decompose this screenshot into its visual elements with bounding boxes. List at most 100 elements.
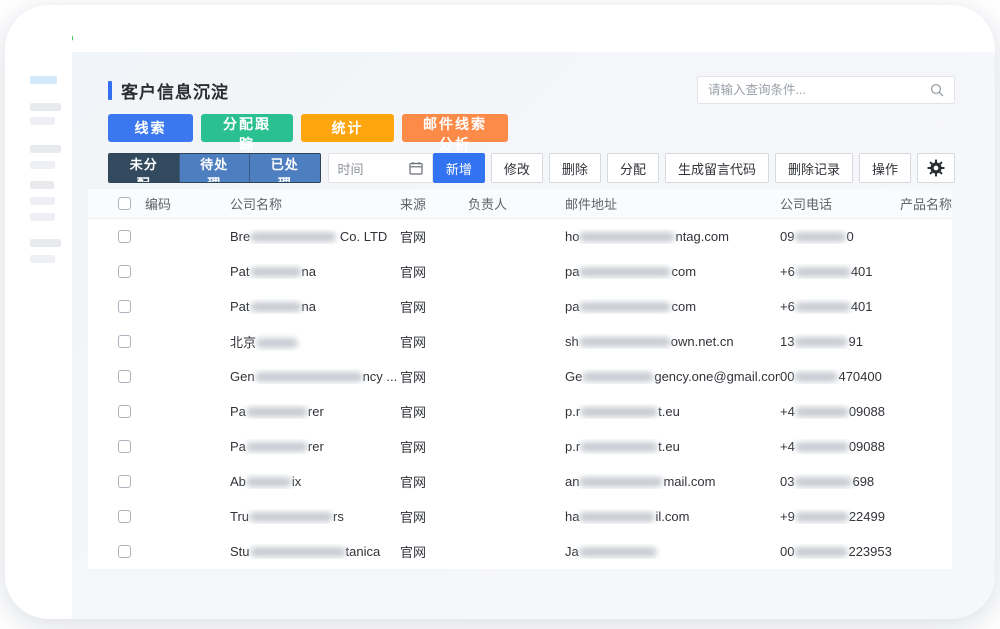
clues-nav-button[interactable]: 线索 xyxy=(108,114,193,142)
settings-button[interactable] xyxy=(917,153,955,183)
sidebar-item[interactable] xyxy=(30,103,61,111)
cell-source: 官网 xyxy=(400,297,468,316)
redacted-text xyxy=(246,407,308,417)
cell-source: 官网 xyxy=(400,437,468,456)
sidebar-item-active[interactable] xyxy=(30,76,57,84)
cell-source: 官网 xyxy=(400,227,468,246)
table-row[interactable]: 北京官网shown.net.cn1391 xyxy=(88,324,952,359)
search-icon[interactable] xyxy=(930,83,944,97)
redacted-text xyxy=(250,547,346,557)
row-checkbox[interactable] xyxy=(118,440,131,453)
search-box xyxy=(697,76,955,104)
cell-source: 官网 xyxy=(400,332,468,351)
redacted-text xyxy=(246,442,308,452)
redacted-text xyxy=(795,512,849,522)
email-clue-analysis-nav-button[interactable]: 邮件线索分析 xyxy=(402,114,508,142)
date-filter[interactable]: 时间 xyxy=(328,153,433,183)
row-checkbox[interactable] xyxy=(118,405,131,418)
cell-phone: 00470400 xyxy=(780,369,900,384)
cell-source: 官网 xyxy=(400,472,468,491)
sidebar-item[interactable] xyxy=(30,161,55,169)
cell-phone: 1391 xyxy=(780,334,900,349)
cell-phone: +6401 xyxy=(780,264,900,279)
row-checkbox[interactable] xyxy=(118,545,131,558)
cell-email: Ja xyxy=(565,544,780,559)
redacted-text xyxy=(795,407,849,417)
sidebar xyxy=(5,5,72,619)
assign-tracking-nav-button[interactable]: 分配跟踪 xyxy=(201,114,293,142)
redacted-text xyxy=(579,232,675,242)
column-header: 产品名称 xyxy=(900,194,952,213)
table-row[interactable]: Parer官网p.rt.eu+409088 xyxy=(88,394,952,429)
redacted-text xyxy=(794,477,852,487)
redacted-text xyxy=(579,337,671,347)
calendar-icon xyxy=(409,161,423,175)
cell-phone: +409088 xyxy=(780,439,900,454)
date-filter-label: 时间 xyxy=(338,159,364,178)
cell-company: Abix xyxy=(230,474,400,489)
edit-button[interactable]: 修改 xyxy=(491,153,543,183)
cell-company: Bre Co. LTD xyxy=(230,229,400,244)
table-row[interactable]: Patna官网 pacom+6401 xyxy=(88,254,952,289)
cell-phone: +6401 xyxy=(780,299,900,314)
redacted-text xyxy=(579,267,671,277)
sidebar-item[interactable] xyxy=(30,181,54,189)
redacted-text xyxy=(249,512,333,522)
status-tab-processed[interactable]: 已处理 xyxy=(249,154,320,182)
title-accent-bar xyxy=(108,81,112,100)
sidebar-item[interactable] xyxy=(30,117,55,125)
status-tab-unassigned[interactable]: 未分配 xyxy=(109,154,179,182)
row-checkbox[interactable] xyxy=(118,300,131,313)
cell-company: Genncy ... xyxy=(230,369,400,384)
table-row[interactable]: Parer官网p.rt.eu+409088 xyxy=(88,429,952,464)
sidebar-item[interactable] xyxy=(30,255,55,263)
cell-company: Patna xyxy=(230,264,400,279)
redacted-text xyxy=(250,302,302,312)
column-header: 公司名称 xyxy=(230,194,400,213)
row-checkbox[interactable] xyxy=(118,335,131,348)
delete-records-button[interactable]: 删除记录 xyxy=(775,153,853,183)
row-checkbox[interactable] xyxy=(118,370,131,383)
cell-phone: +922499 xyxy=(780,509,900,524)
cell-source: 官网 xyxy=(400,262,468,281)
sidebar-item[interactable] xyxy=(30,213,55,221)
row-checkbox[interactable] xyxy=(118,230,131,243)
redacted-text xyxy=(255,372,363,382)
cell-email: pacom xyxy=(565,264,780,279)
select-all-checkbox[interactable] xyxy=(118,197,131,210)
redacted-text xyxy=(582,372,654,382)
table-row[interactable]: Stutanica官网Ja00223953 xyxy=(88,534,952,569)
generate-message-code-button[interactable]: 生成留言代码 xyxy=(665,153,769,183)
redacted-text xyxy=(579,302,671,312)
table-row[interactable]: Trurs官网hail.com+922499 xyxy=(88,499,952,534)
statistics-nav-button[interactable]: 统计 xyxy=(301,114,394,142)
redacted-text xyxy=(579,477,663,487)
sidebar-item[interactable] xyxy=(30,239,61,247)
row-checkbox[interactable] xyxy=(118,475,131,488)
cell-email: shown.net.cn xyxy=(565,334,780,349)
table-row[interactable]: Genncy ...官网Gegency.one@gmail.com0047040… xyxy=(88,359,952,394)
redacted-text xyxy=(794,337,848,347)
add-button[interactable]: 新增 xyxy=(433,153,485,183)
cell-source: 官网 xyxy=(400,542,468,561)
table-row[interactable]: Abix官网anmail.com03698 xyxy=(88,464,952,499)
column-header: 来源 xyxy=(400,194,468,213)
operate-button[interactable]: 操作 xyxy=(859,153,911,183)
assign-button[interactable]: 分配 xyxy=(607,153,659,183)
sidebar-item[interactable] xyxy=(30,145,61,153)
gear-icon xyxy=(927,159,945,177)
delete-button[interactable]: 删除 xyxy=(549,153,601,183)
table-row[interactable]: Bre Co. LTD官网hontag.com090 xyxy=(88,219,952,254)
cell-company: Parer xyxy=(230,404,400,419)
sidebar-item[interactable] xyxy=(30,197,55,205)
table-body: Bre Co. LTD官网hontag.com090Patna官网pacom+6… xyxy=(88,219,952,569)
row-checkbox[interactable] xyxy=(118,265,131,278)
leads-table: 编码公司名称来源负责人邮件地址公司电话产品名称 Bre Co. LTD官网hon… xyxy=(88,189,952,569)
table-row[interactable]: Patna官网pacom+6401 xyxy=(88,289,952,324)
search-input[interactable] xyxy=(708,83,930,97)
redacted-text xyxy=(794,547,848,557)
main-panel: 客户信息沉淀 线索分配跟踪统计邮件线索分析 未分配待处理已处理 时间 xyxy=(72,52,995,619)
redacted-text xyxy=(794,232,846,242)
row-checkbox[interactable] xyxy=(118,510,131,523)
status-tab-pending[interactable]: 待处理 xyxy=(179,154,250,182)
